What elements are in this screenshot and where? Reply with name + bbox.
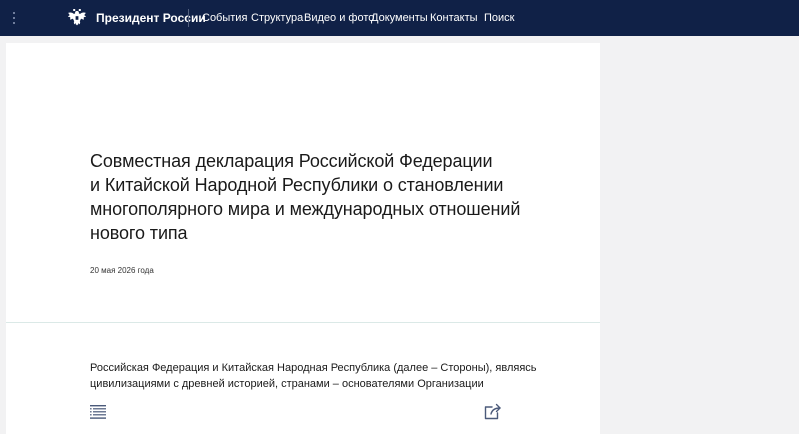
table-of-contents-icon[interactable]: [90, 405, 106, 419]
article-toolbar: [6, 394, 600, 434]
article-title-line: нового типа: [90, 223, 188, 243]
nav-item-structure[interactable]: Структура: [251, 10, 303, 26]
article-title: Совместная декларация Российской Федерац…: [90, 149, 570, 245]
brand-link[interactable]: Президент России: [96, 10, 206, 26]
nav-item-events[interactable]: События: [202, 10, 247, 26]
nav-divider: [188, 9, 189, 27]
article-title-line: многополярного мира и международных отно…: [90, 199, 521, 219]
share-icon[interactable]: [484, 403, 502, 420]
article-body: Российская Федерация и Китайская Народна…: [90, 360, 537, 392]
article-body-line: Российская Федерация и Китайская Народна…: [90, 362, 537, 374]
article-panel: Совместная декларация Российской Федерац…: [6, 43, 600, 434]
article-body-line: цивилизациями с древней историей, страна…: [90, 378, 484, 390]
nav-item-contacts[interactable]: Контакты: [430, 10, 478, 26]
nav-item-search[interactable]: Поиск: [484, 10, 514, 26]
nav-item-video-photo[interactable]: Видео и фото: [304, 10, 374, 26]
article-title-line: и Китайской Народной Республики о станов…: [90, 175, 504, 195]
top-navigation-bar: Президент России События Структура Видео…: [0, 0, 799, 36]
vertical-dots-icon[interactable]: [10, 11, 18, 25]
section-divider: [6, 322, 600, 323]
double-headed-eagle-icon[interactable]: [66, 7, 88, 29]
article-title-line: Совместная декларация Российской Федерац…: [90, 151, 493, 171]
nav-item-documents[interactable]: Документы: [371, 10, 428, 26]
article-date: 20 мая 2026 года: [90, 266, 154, 275]
